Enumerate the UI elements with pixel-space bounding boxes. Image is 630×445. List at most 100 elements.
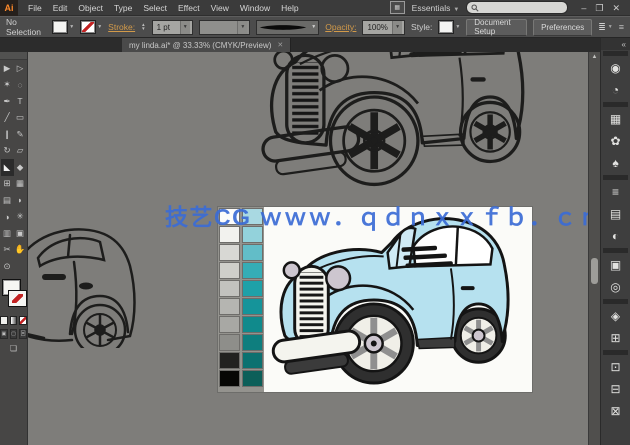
teal-swatch-3[interactable] [243, 245, 262, 260]
hand-tool[interactable]: ✋ [14, 242, 27, 259]
stroke-indicator[interactable] [8, 289, 27, 307]
tab-close-icon[interactable]: ✕ [277, 41, 283, 49]
gray-swatch-8[interactable] [220, 335, 239, 350]
gray-swatch-5[interactable] [220, 281, 239, 296]
restore-button[interactable]: ❐ [595, 0, 603, 16]
artboards-panel-icon[interactable]: ⊞ [601, 327, 630, 349]
minimize-button[interactable]: – [581, 0, 586, 16]
teal-swatch-5[interactable] [243, 281, 262, 296]
direct-selection-tool[interactable]: ▷ [14, 60, 27, 77]
menu-effect[interactable]: Effect [178, 3, 200, 13]
teal-swatch-8[interactable] [243, 335, 262, 350]
slice-tool[interactable]: ✂ [1, 242, 14, 259]
gray-swatch-10[interactable] [220, 371, 239, 386]
gray-swatch-6[interactable] [220, 299, 239, 314]
opacity-panel-link[interactable]: Opacity: [325, 22, 356, 32]
stroke-panel-link[interactable]: Stroke: [108, 22, 135, 32]
artboard-tool[interactable]: ▣ [14, 225, 27, 242]
teal-swatch-7[interactable] [243, 317, 262, 332]
menu-object[interactable]: Object [78, 3, 103, 13]
align-options-control[interactable]: ≣ ▼ [598, 22, 613, 33]
panel-group-header[interactable] [603, 248, 628, 253]
colored-car-illustration[interactable] [267, 209, 529, 389]
draw-inside-button[interactable]: 回 [19, 328, 28, 339]
teal-swatch-1[interactable] [243, 209, 262, 224]
transform-panel-icon[interactable]: ⊡ [601, 356, 630, 378]
search-box[interactable] [466, 1, 569, 14]
scale-tool[interactable]: ▱ [14, 143, 27, 160]
column-graph-tool[interactable]: ▥ [1, 225, 14, 242]
pen-tool[interactable]: ✒ [1, 93, 14, 110]
panel-group-header[interactable] [603, 51, 628, 56]
collapse-control-bar-icon[interactable]: ≡ [619, 22, 624, 32]
width-tool[interactable]: ◣ [0, 159, 14, 176]
layers-panel-icon[interactable]: ◈ [601, 305, 630, 327]
expand-panels-button[interactable]: « [601, 38, 630, 50]
magic-wand-tool[interactable]: ✶ [1, 77, 14, 94]
document-tab[interactable]: my linda.ai* @ 33.33% (CMYK/Preview) ✕ [122, 38, 292, 52]
stroke-weight-stepper[interactable]: ▲ ▼ [141, 22, 145, 31]
align-panel-icon[interactable]: ⊟ [601, 378, 630, 400]
transparency-panel-icon[interactable]: ◐ [601, 225, 630, 247]
line-segment-tool[interactable]: ╱ [1, 110, 14, 127]
scrollbar-thumb[interactable] [591, 258, 598, 284]
gray-swatch-3[interactable] [220, 245, 239, 260]
blend-tool[interactable]: ◑ [1, 209, 14, 226]
color-panel-icon[interactable]: ◉ [601, 57, 630, 79]
workspace-switcher[interactable]: Essentials ▼ [412, 3, 460, 13]
canvas[interactable]: 技艺CG ｗｗｗ．ｑｄｎｘｘｆｂ．ｃｎ [0, 52, 588, 445]
style-swatch[interactable] [438, 20, 455, 34]
document-setup-button[interactable]: Document Setup [466, 18, 528, 36]
teal-swatch-2[interactable] [243, 227, 262, 242]
appearance-panel-icon[interactable]: ◎ [601, 276, 630, 298]
fill-stroke-indicator[interactable] [0, 278, 27, 313]
arrange-documents-icon[interactable]: ▦ [389, 1, 405, 14]
panel-group-header[interactable] [603, 175, 628, 180]
teal-swatch-9[interactable] [243, 353, 262, 368]
scroll-up-arrow[interactable]: ▲ [589, 52, 600, 62]
teal-swatch-4[interactable] [243, 263, 262, 278]
vertical-scrollbar[interactable]: ▲ [588, 52, 600, 445]
teal-swatch-6[interactable] [243, 299, 262, 314]
stroke-color-control[interactable]: ▼ [80, 20, 102, 34]
selection-tool[interactable]: ▶ [1, 60, 14, 77]
gray-swatch-2[interactable] [220, 227, 239, 242]
menu-window[interactable]: Window [240, 3, 270, 13]
brush-definition-combo[interactable]: ▼ [256, 19, 320, 35]
paintbrush-tool[interactable]: ❙ [1, 126, 14, 143]
teal-swatch-10[interactable] [243, 371, 262, 386]
stroke-panel-icon[interactable]: ≡ [601, 181, 630, 203]
draw-behind-button[interactable]: ▢ [9, 328, 18, 339]
search-input[interactable] [482, 2, 557, 13]
width-profile-combo[interactable]: ▼ [198, 19, 251, 35]
draw-normal-button[interactable]: ▣ [0, 328, 8, 339]
menu-view[interactable]: View [211, 3, 229, 13]
preferences-button[interactable]: Preferences [533, 18, 593, 36]
color-guide-panel-icon[interactable]: ◔ [601, 79, 630, 101]
menu-edit[interactable]: Edit [53, 3, 68, 13]
fill-swatch[interactable] [52, 20, 69, 34]
pathfinder-panel-icon[interactable]: ⊠ [601, 400, 630, 422]
symbols-panel-icon[interactable]: ♠ [601, 152, 630, 174]
zoom-tool[interactable]: ⊙ [1, 258, 14, 275]
graphic-styles-panel-icon[interactable]: ▣ [601, 254, 630, 276]
menu-select[interactable]: Select [143, 3, 167, 13]
menu-help[interactable]: Help [281, 3, 298, 13]
rotate-tool[interactable]: ↻ [1, 143, 14, 160]
line-art-car-top[interactable] [256, 52, 546, 191]
color-mode-button[interactable] [0, 315, 8, 325]
gray-swatch-9[interactable] [220, 353, 239, 368]
blank[interactable] [14, 258, 27, 275]
style-swatch-control[interactable]: ▼ [438, 20, 460, 34]
toolbar-grip[interactable] [0, 52, 27, 60]
none-mode-button[interactable] [19, 315, 28, 325]
panel-group-header[interactable] [603, 350, 628, 355]
screen-mode-button[interactable]: ❏ [0, 344, 27, 353]
brushes-panel-icon[interactable]: ✿ [601, 130, 630, 152]
gray-swatch-4[interactable] [220, 263, 239, 278]
stroke-weight-combo[interactable]: 1 pt ▼ [151, 19, 193, 35]
shape-builder-tool[interactable]: ◆ [14, 159, 27, 176]
rectangle-tool[interactable]: ▭ [14, 110, 27, 127]
menu-type[interactable]: Type [114, 3, 132, 13]
menu-file[interactable]: File [28, 3, 42, 13]
